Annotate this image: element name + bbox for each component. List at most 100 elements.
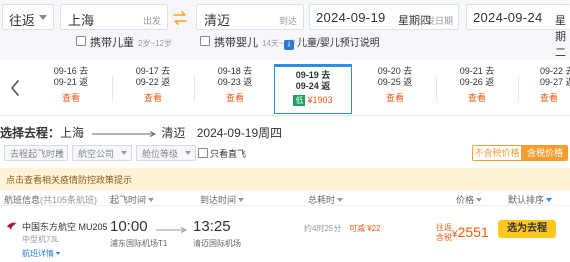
info-link-text: 儿童/婴儿预订说明 <box>297 38 380 49</box>
price-amount: 2551 <box>457 224 489 240</box>
date-option[interactable]: 09-16 去 09-21 返 查看 <box>32 66 110 112</box>
date-option[interactable]: 09-21 去 09-26 返 查看 <box>438 66 516 112</box>
price-excl-tax-button[interactable]: 不含税价格 <box>473 146 521 160</box>
return-weekday: 星期二 <box>555 15 566 59</box>
date-option-selected[interactable]: 09-19 去 09-24 返 低 ¥1903 <box>274 64 352 114</box>
date-option-dep: 09-18 去 <box>217 66 253 76</box>
flight-price: ¥2551 <box>452 224 489 240</box>
airline-name: 中国东方航空 MU205 <box>22 222 108 232</box>
flight-details-link[interactable]: 航班详情 <box>22 248 60 259</box>
date-option-dep: 09-17 去 <box>135 66 171 76</box>
date-option-dep: 09-16 去 <box>53 66 89 76</box>
date-option-dep: 09-22 去 <box>540 66 570 76</box>
departure-time: 10:00 <box>110 218 148 235</box>
arrival-city-input[interactable]: 清迈 到达 <box>196 4 304 30</box>
covid-policy-notice[interactable]: 点击查看相关疫情防控政策提示 <box>0 168 570 190</box>
trip-type-value: 往返 <box>9 13 36 28</box>
chevron-down-icon <box>185 151 191 155</box>
flight-table-header: 航班信息(共105条航班) 起飞时间 到达时间 总耗时 价格 默认排序 <box>0 192 570 206</box>
departure-airport: 浦东国际机场T1 <box>110 239 168 248</box>
route-date: 2024-09-19周四 <box>196 126 283 140</box>
direct-only-label: 只看直飞 <box>210 149 247 159</box>
date-option-price: 查看 <box>143 93 162 103</box>
flight-duration: 约4时25分 <box>304 224 342 233</box>
flight-row: 中国东方航空 MU205 中型机73L 航班详情 10:00 浦东国际机场T1 … <box>0 208 570 262</box>
search-bar: 往返 上海 出发 清迈 到达 2024-09-19 星期四 出发日期 2024-… <box>0 0 570 60</box>
departure-time-filter[interactable]: 去程起飞时段 <box>4 145 68 161</box>
date-option-dep: 09-21 去 <box>459 66 495 76</box>
divider <box>194 76 195 102</box>
child-hint: 2岁~12岁 <box>138 39 173 48</box>
arrival-city-tag: 到达 <box>278 16 297 26</box>
departure-date-value: 2024-09-19 <box>316 10 386 25</box>
date-option[interactable]: 09-22 去 09-27 返 查看 <box>520 66 570 112</box>
sort-arr-time[interactable]: 到达时间 <box>200 193 245 206</box>
discount-tag: 可减 ¥22 <box>349 224 381 233</box>
date-option-ret: 09-26 返 <box>459 77 495 87</box>
aircraft-type[interactable]: 中型机73L <box>22 234 59 245</box>
date-option-dep: 09-20 去 <box>377 66 413 76</box>
date-option-price: 查看 <box>225 93 244 103</box>
direct-only-checkbox[interactable] <box>198 148 208 158</box>
arrival-city-value: 清迈 <box>204 13 231 28</box>
date-option-ret: 09-21 返 <box>53 77 89 87</box>
sort-dep-time[interactable]: 起飞时间 <box>110 193 155 206</box>
cabin-filter[interactable]: 舱位等级 <box>136 145 196 161</box>
chevron-down-icon <box>39 15 47 20</box>
chevron-down-icon <box>56 252 60 255</box>
return-date-value: 2024-09-24 <box>473 10 543 25</box>
chevron-down-icon <box>121 151 127 155</box>
departure-city-tag: 出发 <box>142 16 161 26</box>
departure-date-input[interactable]: 2024-09-19 星期四 出发日期 <box>309 4 459 30</box>
departure-date-tag: 出发日期 <box>416 16 453 26</box>
divider <box>436 76 437 102</box>
arrival-time: 13:25 <box>193 218 231 235</box>
departure-city-value: 上海 <box>68 13 95 28</box>
sort-duration[interactable]: 总耗时 <box>308 193 344 206</box>
route-from: 上海 <box>60 126 85 140</box>
header-airline: 航班信息 <box>4 195 41 205</box>
return-date-input[interactable]: 2024-09-24 星期二 <box>466 4 570 59</box>
child-label: 携带儿童 <box>90 37 134 49</box>
route-to: 清迈 <box>161 126 186 140</box>
date-option[interactable]: 09-20 去 09-25 返 查看 <box>356 66 434 112</box>
arrow-right-icon <box>92 130 157 137</box>
route-label: 选择去程： <box>0 126 61 140</box>
child-option[interactable]: 携带儿童 2岁~12岁 <box>76 34 196 50</box>
date-option-ret: 09-23 返 <box>217 77 253 87</box>
sort-icon <box>337 198 344 202</box>
divider <box>112 76 113 102</box>
flight-count: (共105条航班) <box>40 195 98 205</box>
child-checkbox[interactable] <box>76 36 86 46</box>
airline-filter[interactable]: 航空公司 <box>72 145 132 161</box>
filter-label: 舱位等级 <box>142 149 179 159</box>
price-label: 往返 含税 <box>436 223 452 242</box>
date-option-price: 查看 <box>61 93 80 103</box>
sort-price[interactable]: 价格 <box>456 193 483 206</box>
sort-icon <box>476 198 483 202</box>
sort-default[interactable]: 默认排序 <box>508 193 553 206</box>
infant-checkbox[interactable] <box>200 36 210 46</box>
sort-icon <box>238 198 245 202</box>
date-option-ret: 09-24 返 <box>295 81 331 91</box>
info-icon: i <box>284 40 294 50</box>
price-tax-toggle: 不含税价格 含税价格 <box>472 145 568 161</box>
swap-cities-icon[interactable] <box>172 10 188 26</box>
price-incl-tax-button[interactable]: 含税价格 <box>521 146 567 160</box>
route-heading: 选择去程：上海 清迈 2024-09-19周四 <box>0 124 282 140</box>
arrow-right-icon <box>156 227 187 233</box>
arrival-airport: 清迈国际机场 <box>193 239 241 248</box>
chevron-left-icon[interactable] <box>8 78 22 98</box>
date-option-ret: 09-27 返 <box>540 77 570 87</box>
date-option[interactable]: 09-17 去 09-22 返 查看 <box>114 66 192 112</box>
filter-label: 航空公司 <box>78 149 115 159</box>
date-option-dep: 09-19 去 <box>295 70 331 80</box>
date-option-price: 查看 <box>385 93 404 103</box>
child-infant-info-link[interactable]: i 儿童/婴儿预订说明 <box>284 34 380 50</box>
select-outbound-button[interactable]: 选为去程 <box>498 220 556 238</box>
lowest-price-badge: 低 <box>293 95 306 106</box>
china-eastern-logo-icon <box>7 222 17 230</box>
date-option[interactable]: 09-18 去 09-23 返 查看 <box>196 66 274 112</box>
departure-city-input[interactable]: 上海 出发 <box>60 4 168 30</box>
trip-type-select[interactable]: 往返 <box>2 4 54 30</box>
